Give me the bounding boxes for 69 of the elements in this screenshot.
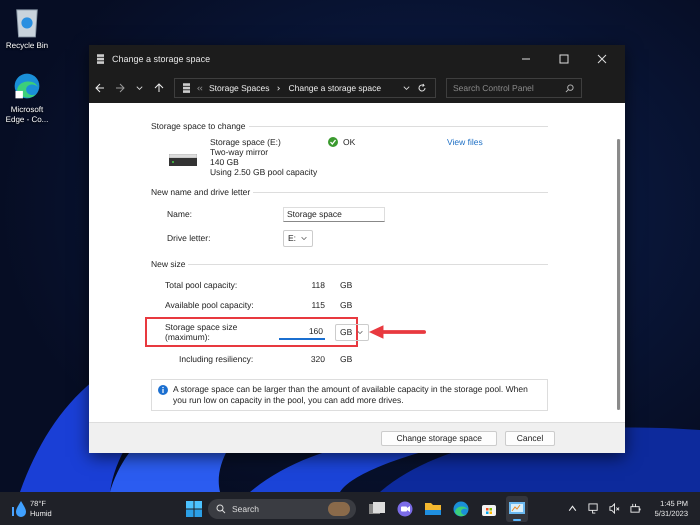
edge-browser-icon <box>453 500 469 516</box>
status-text: OK <box>343 137 356 147</box>
drive-letter-dropdown[interactable]: E: <box>283 230 314 246</box>
chevron-up-icon[interactable] <box>566 503 578 514</box>
chevron-right-icon <box>275 84 282 92</box>
field-label: Available pool capacity: <box>165 300 255 310</box>
network-monitor-icon[interactable] <box>588 503 599 514</box>
double-chevron-icon <box>196 84 203 92</box>
storage-detail: Storage space (E:) <box>210 137 282 147</box>
storage-detail: 140 GB <box>210 157 240 167</box>
start-icon[interactable] <box>186 500 202 516</box>
field-label: Drive letter: <box>167 233 212 243</box>
change-button[interactable]: Change storage space <box>381 430 497 446</box>
search-icon <box>565 84 574 92</box>
chevron-down-icon <box>300 234 308 242</box>
section-heading: Storage space to change <box>151 121 246 131</box>
breadcrumb-item[interactable]: Change a storage space <box>288 83 382 93</box>
desktop-icon-label[interactable]: Microsoft Edge - Co... <box>3 105 51 125</box>
drive-stack-icon <box>97 54 104 64</box>
unit-text: GB <box>340 354 352 364</box>
size-input-field[interactable]: 160 <box>279 324 325 340</box>
storage-detail: Using 2.50 GB pool capacity <box>210 167 318 177</box>
unit-text: GB <box>340 280 352 290</box>
close-icon[interactable] <box>597 54 607 64</box>
chevron-down-icon[interactable] <box>402 84 411 92</box>
address-bar[interactable]: Storage Spaces Change a storage space <box>174 78 436 98</box>
refresh-icon[interactable] <box>417 83 427 93</box>
task-view-icon <box>369 500 385 516</box>
raindrop-icon[interactable] <box>12 500 26 518</box>
field-label: Name: <box>167 209 194 219</box>
maximize-icon[interactable] <box>559 54 569 64</box>
section-heading: New size <box>151 259 186 269</box>
field-label: Including resiliency: <box>178 354 254 364</box>
checkmark-icon <box>328 137 338 147</box>
drive-stack-icon <box>183 82 190 94</box>
chevron-down-icon[interactable] <box>135 84 144 92</box>
unit-text: GB <box>340 300 352 310</box>
search-icon <box>216 504 226 514</box>
info-text: A storage space can be larger than the amount of available capacity in the storage pool. When you run low on capacity in the pool, you can add more drives. <box>173 384 529 406</box>
window-title: Change a storage space <box>112 54 210 64</box>
capacity-value: 320 <box>310 354 325 364</box>
storage-detail: Two-way mirror <box>210 147 270 157</box>
speaker-muted-icon[interactable] <box>608 503 620 514</box>
battery-plug-icon[interactable] <box>630 503 641 514</box>
desktop-icon-label[interactable]: Recycle Bin <box>3 41 51 51</box>
search-field[interactable]: Search Control Panel <box>446 78 582 98</box>
scrollbar[interactable] <box>617 139 621 410</box>
unit-dropdown[interactable]: GB <box>335 324 370 340</box>
capacity-value: 118 <box>310 280 325 290</box>
chat-bubble-icon <box>397 500 413 516</box>
capacity-value: 115 <box>310 300 325 310</box>
name-field[interactable]: Storage space <box>283 206 385 222</box>
cancel-button[interactable]: Cancel <box>505 430 555 446</box>
view-files-link[interactable]: View files <box>447 137 483 147</box>
control-panel-icon <box>509 500 525 516</box>
pointer-arrow <box>368 324 426 340</box>
breadcrumb-item[interactable]: Storage Spaces <box>209 83 270 93</box>
info-icon <box>158 385 168 395</box>
back-arrow-icon[interactable] <box>95 83 105 93</box>
hard-drive-icon <box>169 154 197 166</box>
forward-arrow-icon[interactable] <box>115 83 125 93</box>
up-arrow-icon[interactable] <box>154 83 164 93</box>
field-label: Storage space size (maximum): <box>165 322 238 342</box>
folder-icon <box>425 500 441 516</box>
section-heading: New name and drive letter <box>151 187 250 197</box>
field-label: Total pool capacity: <box>165 280 238 290</box>
taskbar-app-button[interactable] <box>506 496 528 522</box>
chevron-down-icon <box>356 328 364 336</box>
taskbar-search-field[interactable]: Search <box>208 498 356 518</box>
